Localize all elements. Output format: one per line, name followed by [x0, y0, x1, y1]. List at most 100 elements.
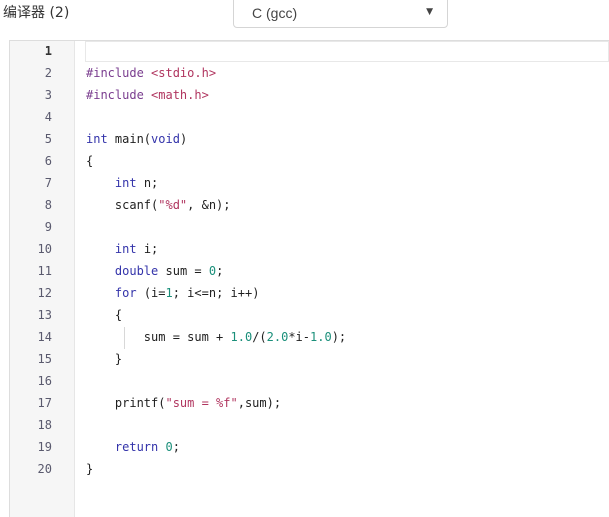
code-text: #include <math.h>: [86, 84, 209, 106]
code-token: return: [114, 440, 159, 454]
code-token: main(: [107, 132, 152, 146]
code-token: <math.h>: [151, 88, 209, 102]
code-token: double: [114, 264, 159, 278]
line-number: 10: [37, 242, 52, 256]
code-token: {: [86, 308, 123, 322]
code-line: 20}: [10, 458, 609, 480]
code-token: ;: [216, 264, 224, 278]
code-token: , &n);: [187, 198, 231, 212]
code-token: 1.0: [310, 330, 332, 344]
line-number: 20: [37, 462, 52, 476]
code-token: }: [86, 352, 123, 366]
code-token: <stdio.h>: [151, 66, 217, 80]
code-token: for: [114, 286, 137, 300]
line-number: 2: [44, 66, 52, 80]
code-token: int: [86, 132, 108, 146]
code-line: 16: [10, 370, 609, 392]
code-token: printf(: [86, 396, 166, 410]
line-number: 7: [44, 176, 52, 190]
code-line: 5 int main(void): [10, 128, 609, 150]
line-number: 19: [37, 440, 52, 454]
line-number: 18: [37, 418, 52, 432]
code-token: scanf(: [86, 198, 159, 212]
code-token: /(: [252, 330, 267, 344]
code-token: 1: [165, 286, 173, 300]
line-number: 16: [37, 374, 52, 388]
code-token: #include: [86, 88, 144, 102]
line-number: 9: [44, 220, 52, 234]
code-token: sum =: [158, 264, 209, 278]
code-line: 6{: [10, 150, 609, 172]
toolbar: 编译器 (2) C (gcc) ▼: [0, 0, 609, 34]
line-number: 6: [44, 154, 52, 168]
line-number: 1: [44, 44, 52, 58]
code-text: sum = sum + 1.0/(2.0*i-1.0);: [86, 326, 346, 348]
code-line: 19 return 0;: [10, 436, 609, 458]
code-token: n;: [136, 176, 159, 190]
code-text: }: [86, 458, 93, 480]
code-line: 8 scanf("%d", &n);: [10, 194, 609, 216]
code-text: int n;: [86, 172, 158, 194]
code-text: }: [86, 348, 122, 370]
code-text: for (i=1; i<=n; i++): [86, 282, 260, 304]
code-line: 18: [10, 414, 609, 436]
code-token: (i=: [136, 286, 166, 300]
compiler-select-value: C (gcc): [252, 5, 298, 21]
code-editor[interactable]: 1 2 #include <stdio.h> 3 #include <math.h> 4 5…: [9, 40, 609, 517]
code-token: int: [114, 176, 137, 190]
line-number: 12: [37, 286, 52, 300]
line-number: 4: [44, 110, 52, 124]
code-token: 1.0: [230, 330, 253, 344]
code-token: void: [151, 132, 180, 146]
line-number: 3: [44, 88, 52, 102]
code-line: 3 #include <math.h>: [10, 84, 609, 106]
line-number: 13: [37, 308, 52, 322]
line-number: 5: [44, 132, 52, 146]
code-text: scanf("%d", &n);: [86, 194, 231, 216]
code-token: 0: [208, 264, 217, 278]
code-token: );: [331, 330, 347, 344]
code-line: 10 int i;: [10, 238, 609, 260]
code-token: 0: [165, 440, 173, 454]
code-token: {: [86, 154, 94, 168]
code-line: 14 sum = sum + 1.0/(2.0*i-1.0);: [10, 326, 609, 348]
compiler-select[interactable]: C (gcc) ▼: [233, 0, 448, 28]
code-token: int: [114, 242, 137, 256]
code-line: 15 }: [10, 348, 609, 370]
line-number: 14: [37, 330, 52, 344]
code-line: 12 for (i=1; i<=n; i++): [10, 282, 609, 304]
caret-down-icon: ▼: [426, 7, 433, 17]
code-text: {: [86, 150, 93, 172]
code-token: ;: [172, 440, 180, 454]
code-line: 17 printf("sum = %f",sum);: [10, 392, 609, 414]
code-line: 4: [10, 106, 609, 128]
code-text: printf("sum = %f",sum);: [86, 392, 281, 414]
code-text: #include <stdio.h>: [86, 62, 216, 84]
code-token: i;: [136, 242, 159, 256]
compiler-label: 编译器 (2): [3, 5, 70, 21]
code-token: }: [86, 462, 94, 476]
code-text: int main(void): [86, 128, 187, 150]
code-line: 1: [10, 40, 609, 62]
code-line: 13 {: [10, 304, 609, 326]
code-text: return 0;: [86, 436, 180, 458]
code-text: int i;: [86, 238, 158, 260]
line-number: 11: [37, 264, 52, 278]
code-token: ; i<=n; i++): [172, 286, 260, 300]
code-token: "sum = %f": [165, 396, 238, 410]
code-token: 2.0: [266, 330, 289, 344]
code-token: sum = sum +: [86, 330, 231, 344]
code-line: 7 int n;: [10, 172, 609, 194]
code-token: ,sum);: [237, 396, 282, 410]
line-number: 17: [37, 396, 52, 410]
line-number: 15: [37, 352, 52, 366]
code-line: 9: [10, 216, 609, 238]
code-token: ): [179, 132, 188, 146]
